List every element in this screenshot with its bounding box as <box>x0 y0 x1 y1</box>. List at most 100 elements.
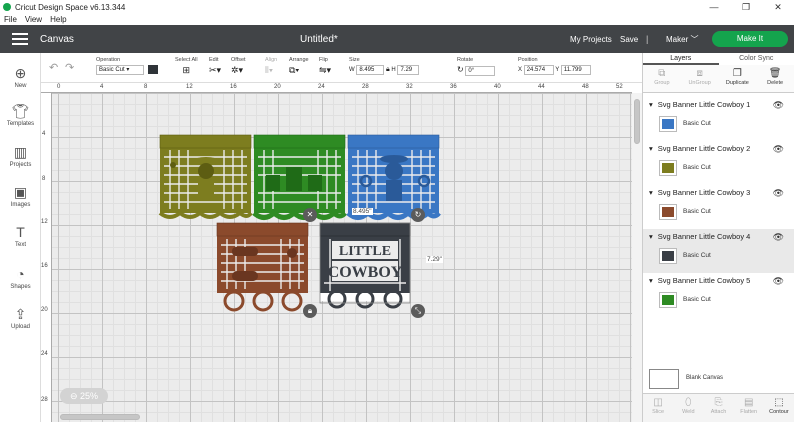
layer-group-3[interactable]: ▾ Svg Banner Little Cowboy 3 👁︎ Basic Cut <box>643 185 794 229</box>
ruler-tick-label: 28 <box>41 397 48 403</box>
minimize-icon[interactable]: — <box>698 0 730 14</box>
resize-handle-icon[interactable]: ⤡ <box>411 304 425 318</box>
layer-thumbnail <box>659 248 677 264</box>
lock-handle-icon[interactable]: 🔒︎ <box>303 304 317 318</box>
ungroup-button[interactable]: ⧈ UnGroup <box>681 65 719 92</box>
flip-label: Flip <box>319 57 328 63</box>
banner-green[interactable] <box>252 134 347 220</box>
ungroup-icon: ⧈ <box>696 68 703 79</box>
layer-group-4[interactable]: ▾ Svg Banner Little Cowboy 4 👁︎ Basic Cut <box>643 229 794 273</box>
action-label: Delete <box>767 80 784 86</box>
tool-upload[interactable]: ⇪ Upload <box>0 306 41 330</box>
caret-down-icon[interactable]: ▾ <box>649 232 653 241</box>
shirt-icon: 👕︎ <box>11 103 30 119</box>
scroll-thumb[interactable] <box>634 99 640 144</box>
blank-canvas-swatch[interactable] <box>649 369 679 389</box>
horizontal-scrollbar[interactable] <box>52 412 632 422</box>
edit-control[interactable]: Edit ✂▾ <box>209 57 221 76</box>
position-control: Position X 24.574 Y 11.799 <box>518 57 591 75</box>
delete-handle-icon[interactable]: ✕ <box>303 208 317 222</box>
x-input[interactable]: 24.574 <box>523 65 554 75</box>
operation-select[interactable]: Basic Cut ▾ <box>96 65 144 76</box>
eye-icon[interactable]: 👁︎ <box>773 276 784 287</box>
eye-icon[interactable]: 👁︎ <box>773 232 784 243</box>
tool-text[interactable]: T Text <box>0 224 41 248</box>
maximize-icon[interactable]: ❐ <box>730 0 762 14</box>
banner-dark[interactable]: LITTLE COWBOY <box>319 222 411 309</box>
app-header: Canvas Untitled* My Projects Save | Make… <box>0 25 794 53</box>
flip-control[interactable]: Flip ⇋▾ <box>319 57 331 76</box>
zoom-out-icon[interactable]: ⊖ <box>70 391 78 401</box>
window-controls: — ❐ ✕ <box>698 0 794 14</box>
layer-name: Svg Banner Little Cowboy 2 <box>657 144 751 153</box>
contour-button[interactable]: ⬚ Contour <box>764 394 794 422</box>
layer-group-2[interactable]: ▾ Svg Banner Little Cowboy 2 👁︎ Basic Cut <box>643 141 794 185</box>
align-control[interactable]: Align ⫴▾ <box>265 57 277 76</box>
select-all-control[interactable]: Select All ⊞ <box>175 57 198 76</box>
tool-projects[interactable]: ▥ Projects <box>0 144 41 168</box>
tab-color-sync[interactable]: Color Sync <box>719 53 794 65</box>
tab-layers[interactable]: Layers <box>643 53 719 65</box>
banner-olive[interactable] <box>158 134 253 219</box>
scroll-thumb[interactable] <box>60 414 140 420</box>
ruler-tick-label: 8 <box>42 176 46 182</box>
ruler-tick-label: 52 <box>616 84 623 90</box>
vertical-scrollbar[interactable] <box>632 93 642 422</box>
tool-images[interactable]: ▣ Images <box>0 184 41 208</box>
rotate-label: Rotate <box>457 57 474 63</box>
ruler-tick-label: 28 <box>362 84 369 90</box>
lock-icon[interactable]: 🔒︎ <box>386 66 390 73</box>
tool-templates[interactable]: 👕︎ Templates <box>0 103 41 127</box>
caret-down-icon[interactable]: ▾ <box>649 100 653 109</box>
menu-view[interactable]: View <box>25 15 42 24</box>
tool-shapes[interactable]: ◔ Shapes <box>0 266 41 290</box>
my-projects-link[interactable]: My Projects <box>570 35 612 44</box>
banner-brown[interactable] <box>216 222 309 312</box>
redo-icon[interactable]: ↷ <box>65 61 74 74</box>
machine-selector[interactable]: Maker ﹀ <box>666 34 698 45</box>
save-button[interactable]: Save <box>620 35 638 44</box>
rotate-handle-icon[interactable]: ↻ <box>411 208 425 222</box>
layer-actions: ⧉ Group ⧈ UnGroup ❐ Duplicate 🗑︎ Delete <box>643 65 794 93</box>
layer-name: Svg Banner Little Cowboy 4 <box>657 232 751 241</box>
caret-down-icon[interactable]: ▾ <box>649 144 653 153</box>
weld-button[interactable]: ⬯ Weld <box>673 394 703 422</box>
hamburger-menu-icon[interactable] <box>12 33 28 45</box>
arrange-control[interactable]: Arrange ⧉▾ <box>289 57 309 76</box>
eye-icon[interactable]: 👁︎ <box>773 144 784 155</box>
banner-blue[interactable] <box>346 134 441 220</box>
layer-group-5[interactable]: ▾ Svg Banner Little Cowboy 5 👁︎ Basic Cut <box>643 273 794 317</box>
offset-control[interactable]: Offset ✲▾ <box>231 57 246 76</box>
height-input[interactable]: 7.29 <box>397 65 420 75</box>
caret-down-icon[interactable]: ▾ <box>649 188 653 197</box>
left-ruler: 4 8 12 16 20 24 28 <box>41 93 52 422</box>
flatten-button[interactable]: ▤ Flatten <box>734 394 764 422</box>
caret-down-icon[interactable]: ▾ <box>649 276 653 285</box>
window-title: Cricut Design Space v6.13.344 <box>15 2 126 12</box>
eye-icon[interactable]: 👁︎ <box>773 100 784 111</box>
undo-icon[interactable]: ↶ <box>49 61 58 74</box>
duplicate-button[interactable]: ❐ Duplicate <box>719 65 757 92</box>
operation-color-swatch[interactable] <box>147 65 158 74</box>
width-label: W <box>349 67 355 73</box>
close-icon[interactable]: ✕ <box>762 0 794 14</box>
menu-help[interactable]: Help <box>50 15 66 24</box>
layer-operation: Basic Cut <box>683 164 711 171</box>
layer-group-1[interactable]: ▾ Svg Banner Little Cowboy 1 👁︎ Basic Cut <box>643 97 794 141</box>
y-input[interactable]: 11.799 <box>560 65 591 75</box>
attach-button[interactable]: ⎘ Attach <box>703 394 733 422</box>
group-button[interactable]: ⧉ Group <box>643 65 681 92</box>
slice-button[interactable]: ◫ Slice <box>643 394 673 422</box>
scissors-icon: ✂▾ <box>209 65 222 75</box>
make-it-button[interactable]: Make It <box>712 31 788 47</box>
action-label: Flatten <box>740 409 758 415</box>
height-readout: 7.29" <box>426 256 443 263</box>
delete-button[interactable]: 🗑︎ Delete <box>756 65 794 92</box>
width-input[interactable]: 8.495 <box>356 65 385 75</box>
menu-file[interactable]: File <box>4 15 17 24</box>
tool-new[interactable]: ⊕ New <box>0 65 41 89</box>
design-canvas[interactable]: LITTLE COWBOY ✕ ↻ 🔒︎ ⤡ 8.495" 7.29" <box>52 93 632 422</box>
rotate-input[interactable]: 0° <box>465 66 496 76</box>
zoom-control[interactable]: ⊖ 25% <box>60 388 108 404</box>
eye-icon[interactable]: 👁︎ <box>773 188 784 199</box>
